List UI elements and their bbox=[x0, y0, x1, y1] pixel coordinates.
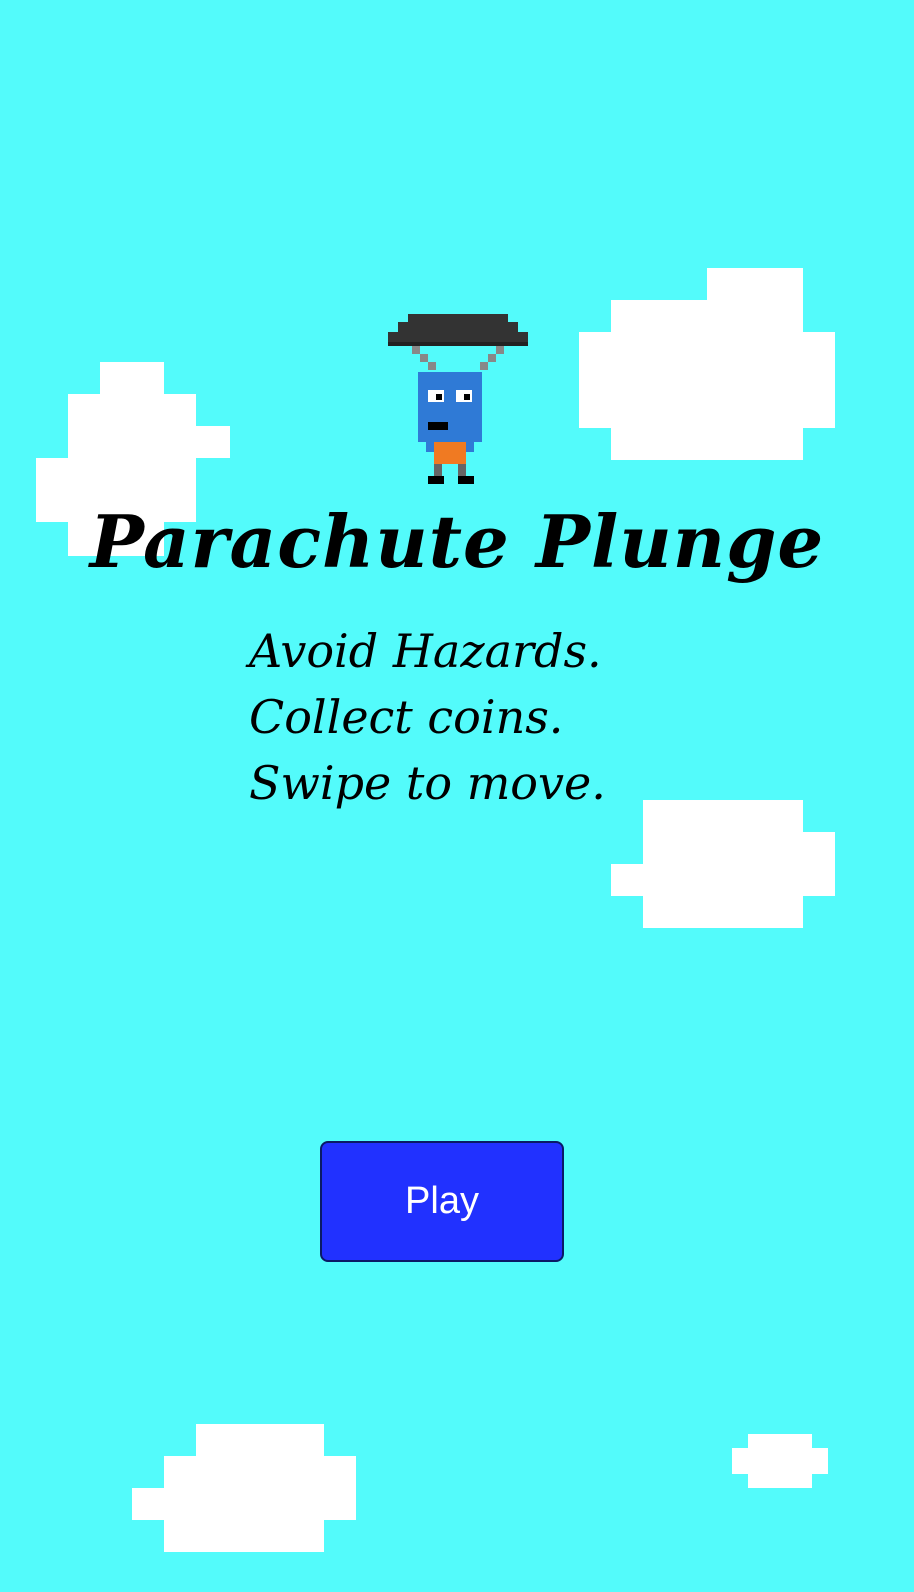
instruction-swipe: Swipe to move. bbox=[249, 756, 606, 810]
cloud-bottom-left bbox=[132, 1424, 356, 1552]
cloud-top-right bbox=[579, 268, 835, 460]
game-title: Parachute Plunge bbox=[89, 499, 825, 584]
instruction-collect: Collect coins. bbox=[249, 690, 564, 744]
cloud-mid-right bbox=[611, 800, 835, 928]
play-button[interactable]: Play bbox=[320, 1141, 564, 1262]
instructions: Avoid Hazards. Collect coins. Swipe to m… bbox=[249, 618, 769, 816]
cloud-bottom-right bbox=[732, 1434, 828, 1488]
instruction-avoid: Avoid Hazards. bbox=[249, 624, 602, 678]
parachuting-robot-icon bbox=[388, 314, 528, 484]
